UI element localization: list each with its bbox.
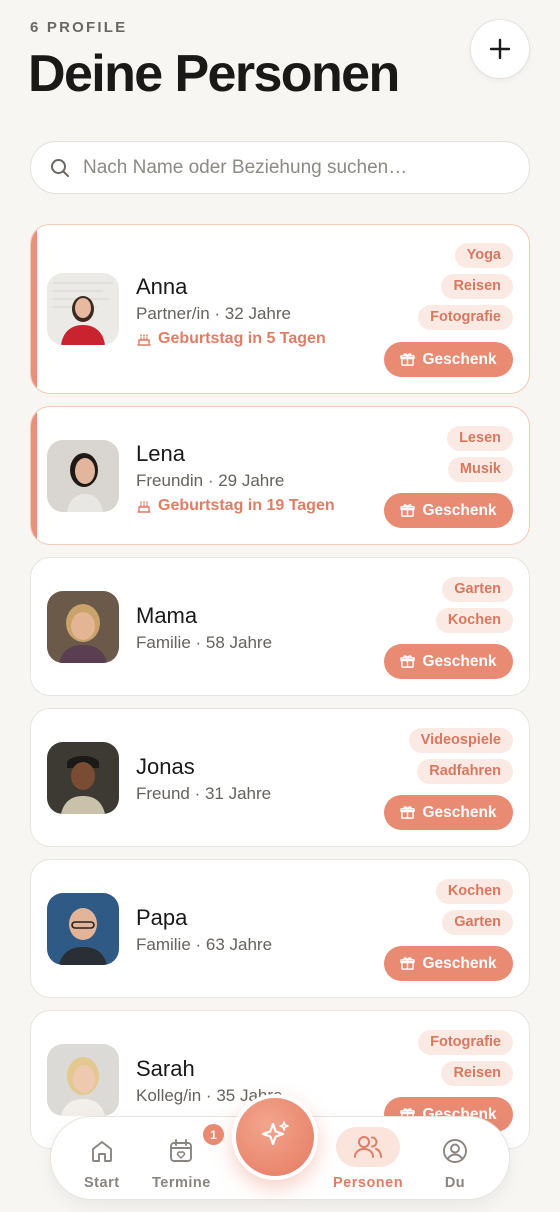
interest-tag: Lesen [447,426,513,451]
home-icon [91,1141,112,1162]
nav-termine[interactable]: Termine [152,1133,211,1191]
person-card[interactable]: Lena Freundin · 29 Jahre Geburtstag in 1… [30,406,530,545]
gift-button[interactable]: Geschenk [384,946,513,981]
gift-icon [400,957,416,970]
interest-tag: Garten [442,910,513,935]
person-card[interactable]: Papa Familie · 63 Jahre Kochen Garten Ge… [30,859,530,998]
gift-button[interactable]: Geschenk [384,795,513,830]
person-card[interactable]: Jonas Freund · 31 Jahre Videospiele Radf… [30,708,530,847]
ai-suggest-button[interactable] [232,1094,318,1180]
profile-icon [443,1139,467,1163]
cake-icon [137,501,151,513]
interest-tag: Yoga [454,243,513,268]
interest-tag: Fotografie [418,305,513,330]
sparkle-icon [261,1121,289,1146]
nav-du[interactable]: Du [441,1133,469,1191]
interest-tag: Videospiele [408,728,513,753]
person-name: Sarah [136,1056,195,1081]
page-header: 6 PROFILE Deine Personen [0,0,560,135]
add-person-button[interactable] [470,19,530,79]
person-name: Anna [136,274,188,299]
birthday-text: Geburtstag in 5 Tagen [158,330,326,347]
gift-button[interactable]: Geschenk [384,493,513,528]
gift-icon [400,353,416,366]
plus-icon [489,38,511,60]
interest-tag: Kochen [435,879,513,904]
gift-icon [400,806,416,819]
interest-tag: Reisen [441,274,513,299]
interest-tag: Garten [442,577,513,602]
search-input[interactable] [83,156,483,179]
cake-icon [137,334,151,346]
page-title: Deine Personen [28,45,400,103]
interest-tag: Reisen [441,1061,513,1086]
nav-personen[interactable]: Personen [333,1127,403,1191]
interest-tag: Radfahren [417,759,513,784]
avatar [47,591,119,663]
person-name: Mama [136,603,198,628]
person-subtitle: Freundin · 29 Jahre [136,471,285,490]
calendar-heart-icon [170,1139,193,1162]
avatar [47,742,119,814]
person-card[interactable]: Mama Familie · 58 Jahre Garten Kochen Ge… [30,557,530,696]
person-subtitle: Partner/in · 32 Jahre [136,304,291,323]
avatar [47,893,119,965]
person-subtitle: Familie · 58 Jahre [136,633,273,652]
birthday-text: Geburtstag in 19 Tagen [158,497,335,514]
avatar [47,1044,119,1116]
avatar [47,273,119,345]
birthday-note: Geburtstag in 19 Tagen [136,497,335,515]
gift-button[interactable]: Geschenk [384,342,513,377]
search-icon [49,157,71,179]
gift-icon [400,655,416,668]
interest-tag: Fotografie [418,1030,513,1055]
person-name: Papa [136,905,188,930]
person-name: Jonas [136,754,195,779]
person-name: Lena [136,441,185,466]
birthday-note: Geburtstag in 5 Tagen [136,330,326,348]
profile-count: 6 PROFILE [30,19,128,36]
person-card[interactable]: Anna Partner/in · 32 Jahre Geburtstag in… [30,224,530,394]
search-bar[interactable] [30,141,530,194]
person-subtitle: Familie · 63 Jahre [136,935,273,954]
person-subtitle: Freund · 31 Jahre [136,784,272,803]
notification-badge: 1 [203,1124,224,1145]
avatar [47,440,119,512]
gift-icon [400,504,416,517]
gift-button[interactable]: Geschenk [384,644,513,679]
nav-start[interactable]: Start [84,1133,120,1191]
interest-tag: Kochen [435,608,513,633]
people-icon [354,1136,383,1158]
interest-tag: Musik [447,457,513,482]
